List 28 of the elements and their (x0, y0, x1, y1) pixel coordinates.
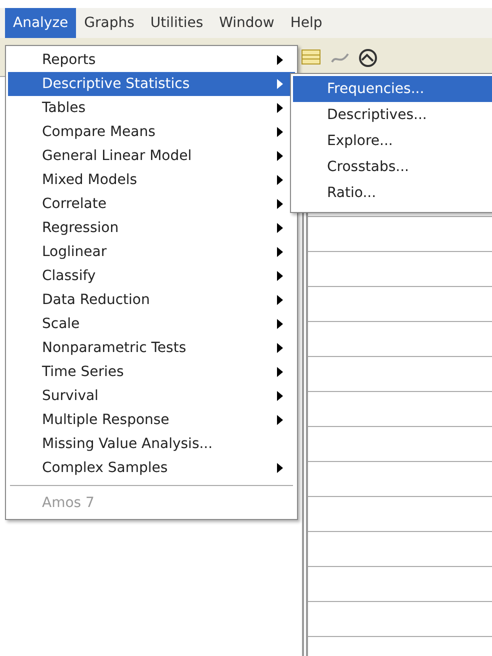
menu-item[interactable]: Data Reduction (8, 288, 295, 312)
menu-bar-item[interactable]: Window (211, 8, 282, 38)
menu-bar-item[interactable]: Help (282, 8, 330, 38)
menu-bar-item[interactable]: Graphs (76, 8, 142, 38)
menu-item[interactable]: Descriptive Statistics (8, 72, 295, 96)
menu-item[interactable]: Time Series (8, 360, 295, 384)
menu-item[interactable]: Classify (8, 264, 295, 288)
menu-item[interactable]: Regression (8, 216, 295, 240)
menu-item[interactable]: Compare Means (8, 120, 295, 144)
menu-item[interactable]: Tables (8, 96, 295, 120)
menu-item[interactable]: Multiple Response (8, 408, 295, 432)
menu-item[interactable]: Nonparametric Tests (8, 336, 295, 360)
menu-item[interactable]: General Linear Model (8, 144, 295, 168)
menu-item[interactable]: Scale (8, 312, 295, 336)
menu-item[interactable]: Descriptives... (293, 102, 492, 128)
menu-item[interactable]: Complex Samples (8, 456, 295, 480)
menu-bar-item[interactable]: Utilities (142, 8, 212, 38)
menu-item[interactable]: Survival (8, 384, 295, 408)
menu-item[interactable]: Crosstabs... (293, 154, 492, 180)
menu-item[interactable]: Ratio... (293, 180, 492, 206)
menu-item[interactable]: Frequencies... (293, 76, 492, 102)
menu-item[interactable]: Correlate (8, 192, 295, 216)
menu-item[interactable]: Mixed Models (8, 168, 295, 192)
toolbar-icon[interactable] (356, 46, 380, 68)
menu-bar-item[interactable]: Analyze (5, 8, 76, 38)
menu-item[interactable]: Loglinear (8, 240, 295, 264)
menu-item[interactable]: Missing Value Analysis... (8, 432, 295, 456)
menu-item[interactable]: Explore... (293, 128, 492, 154)
